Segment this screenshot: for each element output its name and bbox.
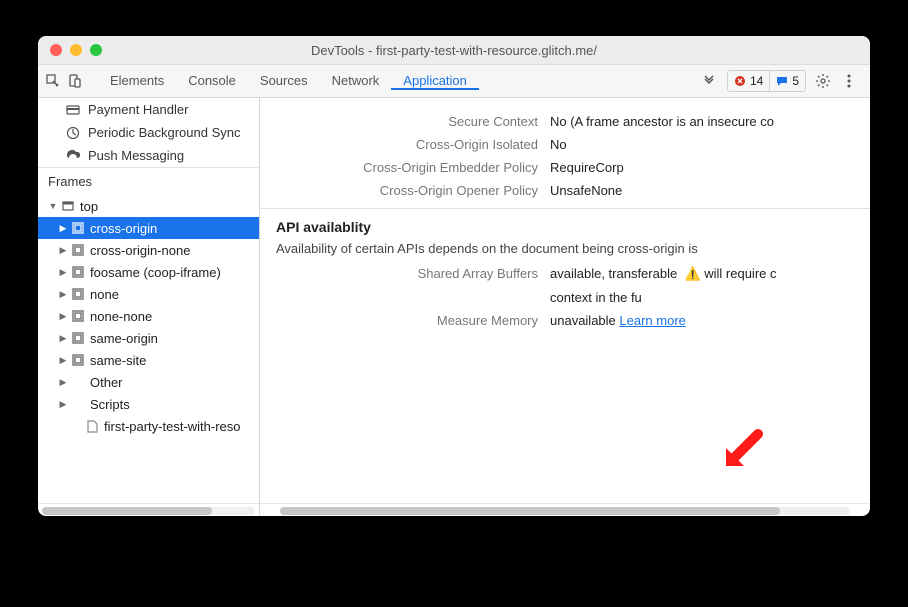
service-icon (66, 149, 80, 163)
detail-row: Secure ContextNo (A frame ancestor is an… (260, 114, 870, 129)
disclosure-icon[interactable]: ▼ (46, 201, 60, 211)
message-count: 5 (792, 74, 799, 88)
error-count: 14 (750, 74, 763, 88)
zoom-window-icon[interactable] (90, 44, 102, 56)
learn-more-link[interactable]: Learn more (619, 313, 685, 328)
disclosure-icon[interactable]: ▶ (56, 223, 70, 234)
tree-item-scripts[interactable]: ▶Scripts (38, 393, 259, 415)
disclosure-icon[interactable]: ▶ (56, 311, 70, 322)
service-push-messaging[interactable]: Push Messaging (38, 144, 259, 167)
frames-heading: Frames (38, 167, 259, 195)
frame-icon (84, 420, 100, 433)
sab-warning: will require c (704, 266, 776, 281)
frame-icon (70, 266, 86, 278)
sab-continued: context in the fu (550, 290, 642, 305)
frame-icon (70, 332, 86, 344)
sidebar: Payment HandlerPeriodic Background SyncP… (38, 98, 260, 516)
frame-icon (70, 288, 86, 300)
window-title: DevTools - first-party-test-with-resourc… (38, 43, 870, 58)
frame-icon (70, 310, 86, 322)
tree-item-none-none[interactable]: ▶none-none (38, 305, 259, 327)
tab-elements[interactable]: Elements (98, 73, 176, 90)
api-heading: API availablity (276, 219, 870, 235)
traffic-lights (50, 44, 102, 56)
service-periodic-background-sync[interactable]: Periodic Background Sync (38, 121, 259, 144)
tree-item-same-site[interactable]: ▶same-site (38, 349, 259, 371)
devtools-window: DevTools - first-party-test-with-resourc… (38, 36, 870, 516)
frame-icon (70, 222, 86, 234)
disclosure-icon[interactable]: ▶ (56, 399, 70, 410)
tree-item-foosame-coop-iframe-[interactable]: ▶foosame (coop-iframe) (38, 261, 259, 283)
tree-top[interactable]: ▼top (38, 195, 259, 217)
frame-icon (60, 200, 76, 212)
sidebar-scrollbar[interactable] (38, 503, 259, 516)
issues-pill[interactable]: 14 5 (727, 70, 806, 92)
warning-icon (684, 266, 704, 281)
detail-row: Cross-Origin IsolatedNo (260, 137, 870, 152)
disclosure-icon[interactable]: ▶ (56, 333, 70, 344)
tree-leaf-script[interactable]: first-party-test-with-reso (38, 415, 259, 437)
detail-row: Cross-Origin Embedder PolicyRequireCorp (260, 160, 870, 175)
disclosure-icon[interactable]: ▶ (56, 267, 70, 278)
frame-icon (70, 354, 86, 366)
tree-item-cross-origin-none[interactable]: ▶cross-origin-none (38, 239, 259, 261)
frame-icon (70, 244, 86, 256)
sab-key: Shared Array Buffers (260, 266, 550, 282)
service-icon (66, 126, 80, 140)
detail-panel: Secure ContextNo (A frame ancestor is an… (260, 98, 870, 516)
tree-item-other[interactable]: ▶Other (38, 371, 259, 393)
mm-value: unavailable (550, 313, 616, 328)
detail-row: Cross-Origin Opener PolicyUnsafeNone (260, 183, 870, 198)
tree-item-cross-origin[interactable]: ▶cross-origin (38, 217, 259, 239)
disclosure-icon[interactable]: ▶ (56, 245, 70, 256)
api-description: Availability of certain APIs depends on … (276, 241, 870, 256)
tab-sources[interactable]: Sources (248, 73, 320, 90)
kebab-menu-icon[interactable] (840, 72, 858, 90)
settings-icon[interactable] (814, 72, 832, 90)
toolbar: ElementsConsoleSourcesNetworkApplication… (38, 65, 870, 98)
service-icon (66, 103, 80, 117)
mm-key: Measure Memory (260, 313, 550, 328)
disclosure-icon[interactable]: ▶ (56, 377, 70, 388)
tree-item-none[interactable]: ▶none (38, 283, 259, 305)
tree-item-same-origin[interactable]: ▶same-origin (38, 327, 259, 349)
service-payment-handler[interactable]: Payment Handler (38, 98, 259, 121)
tab-network[interactable]: Network (320, 73, 392, 90)
more-tabs-icon[interactable] (697, 75, 721, 87)
inspect-icon[interactable] (44, 72, 62, 90)
sab-value: available, transferable (550, 266, 677, 281)
disclosure-icon[interactable]: ▶ (56, 289, 70, 300)
minimize-window-icon[interactable] (70, 44, 82, 56)
close-window-icon[interactable] (50, 44, 62, 56)
titlebar: DevTools - first-party-test-with-resourc… (38, 36, 870, 65)
main-scrollbar[interactable] (260, 503, 870, 516)
tab-application[interactable]: Application (391, 73, 479, 90)
disclosure-icon[interactable]: ▶ (56, 355, 70, 366)
tab-console[interactable]: Console (176, 73, 248, 90)
device-toggle-icon[interactable] (66, 72, 84, 90)
